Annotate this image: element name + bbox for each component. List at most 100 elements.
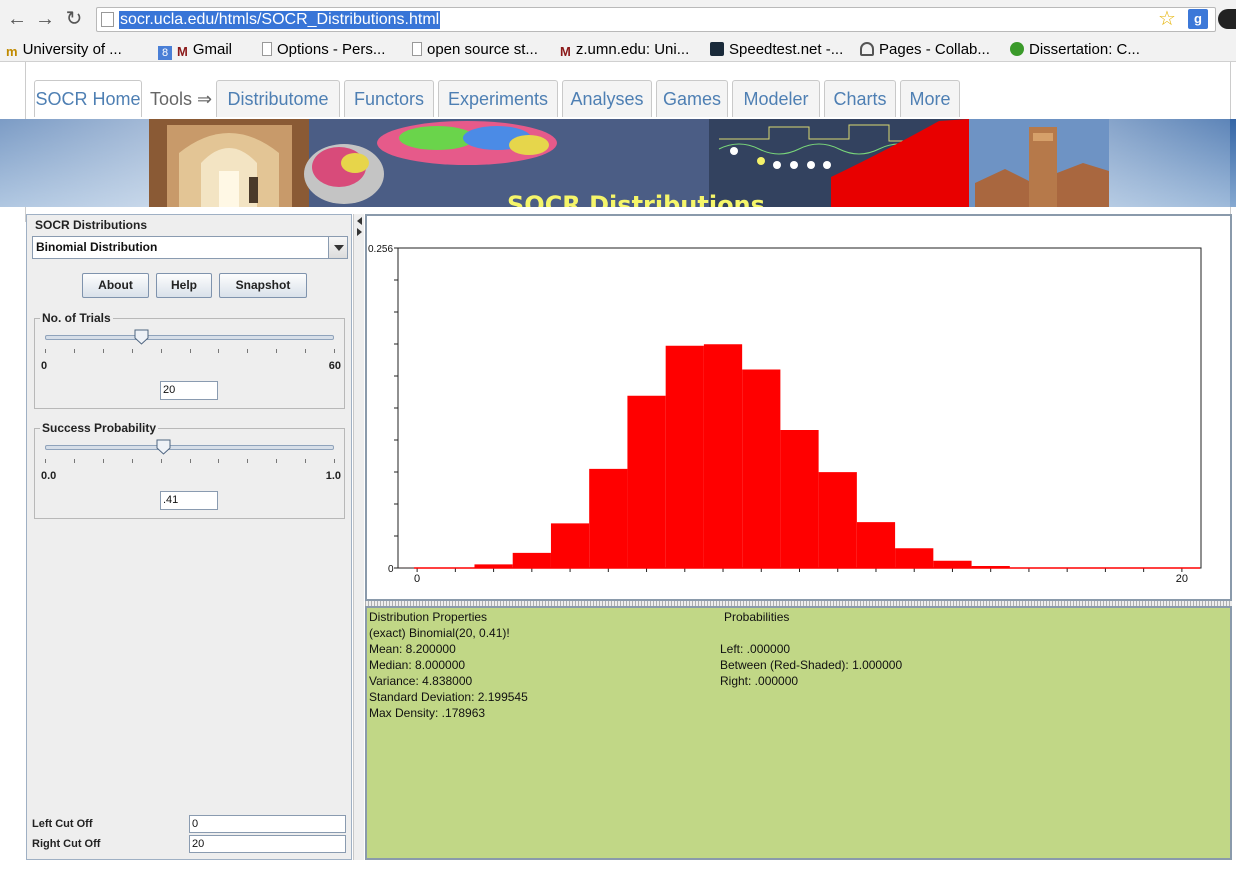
- trials-slider-ticks: [45, 349, 335, 357]
- trials-input[interactable]: 20: [160, 381, 218, 400]
- slider-tick: [74, 349, 75, 353]
- right-cutoff-input[interactable]: 20: [189, 835, 346, 853]
- help-button[interactable]: Help: [156, 273, 212, 298]
- slider-tick: [103, 349, 104, 353]
- bar: [627, 395, 666, 568]
- probability-line: Left: .000000: [720, 642, 791, 656]
- properties-header: Distribution Properties: [369, 610, 488, 624]
- tab-more[interactable]: More: [900, 80, 960, 117]
- bookmark-gmail[interactable]: 8 M Gmail: [158, 40, 232, 60]
- tab-analyses[interactable]: Analyses: [562, 80, 652, 117]
- extension-icon[interactable]: [1218, 9, 1236, 29]
- bar: [512, 552, 551, 568]
- forward-arrow-icon[interactable]: →: [34, 8, 56, 30]
- split-divider[interactable]: [353, 214, 364, 860]
- tab-socr-home[interactable]: SOCR Home: [34, 80, 142, 117]
- tab-experiments[interactable]: Experiments: [438, 80, 558, 117]
- tab-modeler[interactable]: Modeler: [732, 80, 820, 117]
- probability-label: Success Probability: [40, 421, 159, 435]
- bookmark-university[interactable]: m University of ...: [6, 40, 122, 60]
- bookmark-label: Pages - Collab...: [879, 41, 990, 58]
- tools-label: Tools ⇒: [150, 89, 213, 109]
- probability-slider-ticks: [45, 459, 335, 467]
- slider-tick: [190, 349, 191, 353]
- bookmark-zumn[interactable]: Mz.umn.edu: Uni...: [560, 40, 689, 60]
- slider-tick: [247, 349, 248, 353]
- property-line: Standard Deviation: 2.199545: [369, 690, 528, 704]
- bar: [933, 560, 972, 568]
- property-line: Mean: 8.200000: [369, 642, 456, 656]
- trials-slider-thumb[interactable]: [134, 329, 149, 345]
- distribution-info-panel: Distribution Properties (exact) Binomial…: [365, 606, 1232, 860]
- y-tick-label: 0.256: [368, 244, 393, 255]
- slider-tick: [103, 459, 104, 463]
- bar: [818, 472, 857, 568]
- bookmarks-bar: m University of ... 8 M Gmail Options - Per…: [0, 38, 1236, 62]
- expand-right-icon[interactable]: [357, 228, 362, 236]
- site-nav: SOCR Home Tools ⇒ Distributome Functors …: [26, 62, 1230, 119]
- bookmark-label: Speedtest.net -...: [729, 41, 844, 58]
- google-extension-icon[interactable]: g: [1188, 9, 1208, 29]
- chevron-down-icon[interactable]: [328, 237, 347, 258]
- bookmark-star-icon[interactable]: ☆: [1158, 8, 1176, 30]
- tab-games[interactable]: Games: [656, 80, 728, 117]
- distribution-select-value: Binomial Distribution: [36, 240, 158, 254]
- left-cutoff-label: Left Cut Off: [32, 818, 93, 830]
- url-text[interactable]: socr.ucla.edu/htmls/SOCR_Distributions.h…: [119, 11, 441, 29]
- umn-m-icon: M: [560, 44, 571, 59]
- bookmark-speedtest[interactable]: Speedtest.net -...: [710, 40, 843, 60]
- speedtest-icon: [710, 42, 724, 56]
- google-icon: 8: [158, 46, 172, 60]
- snapshot-button[interactable]: Snapshot: [219, 273, 307, 298]
- about-button[interactable]: About: [82, 273, 149, 298]
- probability-line: Right: .000000: [720, 674, 799, 688]
- bookmark-dissertation[interactable]: Dissertation: C...: [1010, 40, 1140, 60]
- y-tick-label: 0: [388, 564, 394, 575]
- probability-input[interactable]: .41: [160, 491, 218, 510]
- tab-functors[interactable]: Functors: [344, 80, 434, 117]
- bookmark-label: open source st...: [427, 41, 538, 58]
- bookmark-open-source[interactable]: open source st...: [412, 40, 538, 60]
- page-icon: [101, 12, 114, 27]
- distribution-chart[interactable]: 0.256 0 0 20: [367, 216, 1230, 599]
- probability-line: Between (Red-Shaded): 1.000000: [720, 658, 903, 672]
- slider-tick: [161, 459, 162, 463]
- slider-tick: [218, 349, 219, 353]
- slider-tick: [247, 459, 248, 463]
- slider-tick: [132, 349, 133, 353]
- slider-tick: [45, 349, 46, 353]
- slider-tick: [45, 459, 46, 463]
- reload-icon[interactable]: ↻: [63, 8, 85, 30]
- distribution-select[interactable]: Binomial Distribution: [32, 236, 348, 259]
- collapse-left-icon[interactable]: [357, 217, 362, 225]
- probability-min-label: 0.0: [41, 470, 57, 482]
- banner-title: SOCR Distributions: [507, 191, 765, 207]
- probability-max-label: 1.0: [325, 470, 341, 482]
- trials-slider-track[interactable]: [45, 335, 334, 340]
- slider-tick: [190, 459, 191, 463]
- probabilities-header: Probabilities: [724, 610, 790, 624]
- slider-tick: [74, 459, 75, 463]
- tab-distributome[interactable]: Distributome: [216, 80, 340, 117]
- probability-slider-track[interactable]: [45, 445, 334, 450]
- slider-tick: [305, 459, 306, 463]
- address-bar[interactable]: socr.ucla.edu/htmls/SOCR_Distributions.h…: [96, 7, 1216, 32]
- collab-icon: [860, 42, 874, 56]
- university-m-icon: m: [6, 44, 18, 59]
- probability-slider-thumb[interactable]: [156, 439, 171, 455]
- back-arrow-icon[interactable]: ←: [6, 8, 28, 30]
- bookmark-pages[interactable]: Pages - Collab...: [860, 40, 990, 60]
- property-line: Max Density: .178963: [369, 706, 486, 720]
- trials-group: No. of Trials 0 60 20: [34, 311, 345, 409]
- bookmark-options[interactable]: Options - Pers...: [262, 40, 385, 60]
- bookmark-label: Options - Pers...: [277, 41, 386, 58]
- left-cutoff-input[interactable]: 0: [189, 815, 346, 833]
- bar: [780, 430, 819, 568]
- tab-charts[interactable]: Charts: [824, 80, 896, 117]
- right-cutoff-label: Right Cut Off: [32, 838, 101, 850]
- slider-tick: [334, 349, 335, 353]
- trials-min-label: 0: [41, 360, 48, 372]
- page-icon: [262, 42, 272, 56]
- bar: [550, 523, 590, 568]
- trials-label: No. of Trials: [40, 311, 113, 325]
